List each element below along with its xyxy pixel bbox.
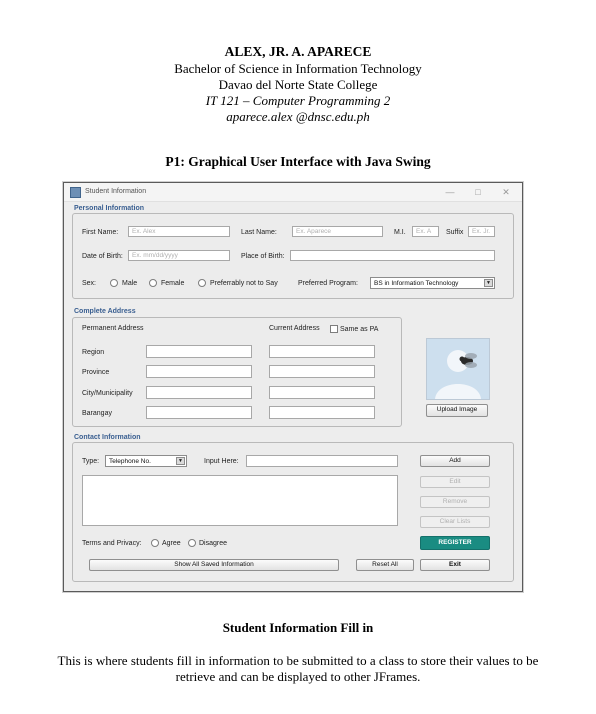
- email-line: aparece.alex @dnsc.edu.ph: [226, 109, 370, 124]
- minimize-button[interactable]: —: [440, 185, 460, 199]
- sex-male-radio[interactable]: [110, 279, 118, 287]
- dob-field[interactable]: Ex. mm/dd/yyyy: [128, 250, 230, 261]
- city-current-field[interactable]: [269, 386, 375, 399]
- profile-photo: [426, 338, 490, 400]
- current-address-label: Current Address: [269, 325, 320, 332]
- school-line: Davao del Norte State College: [218, 77, 378, 92]
- remove-button[interactable]: Remove: [420, 496, 490, 508]
- avatar-placeholder-icon: [427, 339, 489, 399]
- terms-disagree-label: Disagree: [199, 540, 228, 547]
- add-button[interactable]: Add: [420, 455, 490, 467]
- program-select[interactable]: BS in Information Technology ▼: [370, 277, 495, 289]
- same-as-pa-label: Same as PA: [340, 326, 379, 333]
- contact-info-label: Contact Information: [74, 434, 141, 441]
- permanent-address-label: Permanent Address: [82, 325, 144, 332]
- suffix-label: Suffix: [446, 229, 464, 236]
- first-name-label: First Name:: [82, 229, 119, 236]
- barangay-label: Barangay: [82, 410, 112, 417]
- program-label: Preferred Program:: [298, 280, 358, 287]
- mi-label: M.I.: [394, 229, 406, 236]
- student-information-window: Student Information — □ ✕ Personal Infor…: [63, 182, 523, 592]
- reset-all-button[interactable]: Reset All: [356, 559, 414, 571]
- region-permanent-field[interactable]: [146, 345, 252, 358]
- contact-input-field[interactable]: [246, 455, 398, 467]
- first-name-field[interactable]: Ex. Alex: [128, 226, 230, 237]
- window-titlebar: Student Information — □ ✕: [64, 183, 522, 202]
- chevron-down-icon: ▼: [176, 457, 185, 465]
- contact-type-select[interactable]: Telephone No. ▼: [105, 455, 187, 467]
- app-icon: [70, 187, 81, 198]
- exit-button[interactable]: Exit: [420, 559, 490, 571]
- pob-field[interactable]: [290, 250, 495, 261]
- city-permanent-field[interactable]: [146, 386, 252, 399]
- last-name-label: Last Name:: [241, 229, 277, 236]
- region-label: Region: [82, 349, 105, 356]
- barangay-current-field[interactable]: [269, 406, 375, 419]
- type-label: Type:: [82, 458, 100, 465]
- mi-field[interactable]: Ex. A: [412, 226, 439, 237]
- dob-label: Date of Birth:: [82, 253, 123, 260]
- author-name: ALEX, JR. A. APARECE: [224, 44, 372, 59]
- edit-button[interactable]: Edit: [420, 476, 490, 488]
- sex-label: Sex:: [82, 280, 97, 287]
- description-paragraph: This is where students fill in informati…: [57, 653, 539, 684]
- maximize-button[interactable]: □: [468, 185, 488, 199]
- chevron-down-icon: ▼: [484, 279, 493, 287]
- personal-info-label: Personal Information: [74, 205, 145, 212]
- sex-female-radio[interactable]: [149, 279, 157, 287]
- section-title: P1: Graphical User Interface with Java S…: [165, 154, 431, 169]
- terms-disagree-radio[interactable]: [188, 539, 196, 547]
- sex-male-label: Male: [122, 280, 138, 287]
- program-select-value: BS in Information Technology: [374, 280, 459, 287]
- window-title: Student Information: [85, 188, 147, 195]
- sex-prefer-not-label: Preferrably not to Say: [210, 280, 278, 287]
- degree-line: Bachelor of Science in Information Techn…: [174, 61, 422, 76]
- terms-label: Terms and Privacy:: [82, 540, 142, 547]
- upload-image-button[interactable]: Upload Image: [426, 404, 488, 417]
- sex-female-label: Female: [161, 280, 185, 287]
- last-name-field[interactable]: Ex. Aparece: [292, 226, 383, 237]
- suffix-field[interactable]: Ex. Jr.: [468, 226, 495, 237]
- province-current-field[interactable]: [269, 365, 375, 378]
- show-all-saved-button[interactable]: Show All Saved Information: [89, 559, 339, 571]
- input-here-label: Input Here:: [204, 458, 239, 465]
- sex-prefer-not-radio[interactable]: [198, 279, 206, 287]
- terms-agree-radio[interactable]: [151, 539, 159, 547]
- contact-type-value: Telephone No.: [109, 458, 151, 465]
- barangay-permanent-field[interactable]: [146, 406, 252, 419]
- address-label: Complete Address: [74, 308, 136, 315]
- pob-label: Place of Birth:: [241, 253, 285, 260]
- course-line: IT 121 – Computer Programming 2: [205, 93, 391, 108]
- region-current-field[interactable]: [269, 345, 375, 358]
- register-button[interactable]: REGISTER: [420, 536, 490, 550]
- province-label: Province: [82, 369, 110, 376]
- same-as-pa-checkbox[interactable]: [330, 325, 338, 333]
- city-label: City/Municipality: [82, 390, 133, 397]
- contact-list[interactable]: [82, 475, 398, 526]
- province-permanent-field[interactable]: [146, 365, 252, 378]
- figure-caption: Student Information Fill in: [222, 620, 374, 635]
- terms-agree-label: Agree: [162, 540, 181, 547]
- clear-lists-button[interactable]: Clear Lists: [420, 516, 490, 528]
- close-button[interactable]: ✕: [496, 185, 516, 199]
